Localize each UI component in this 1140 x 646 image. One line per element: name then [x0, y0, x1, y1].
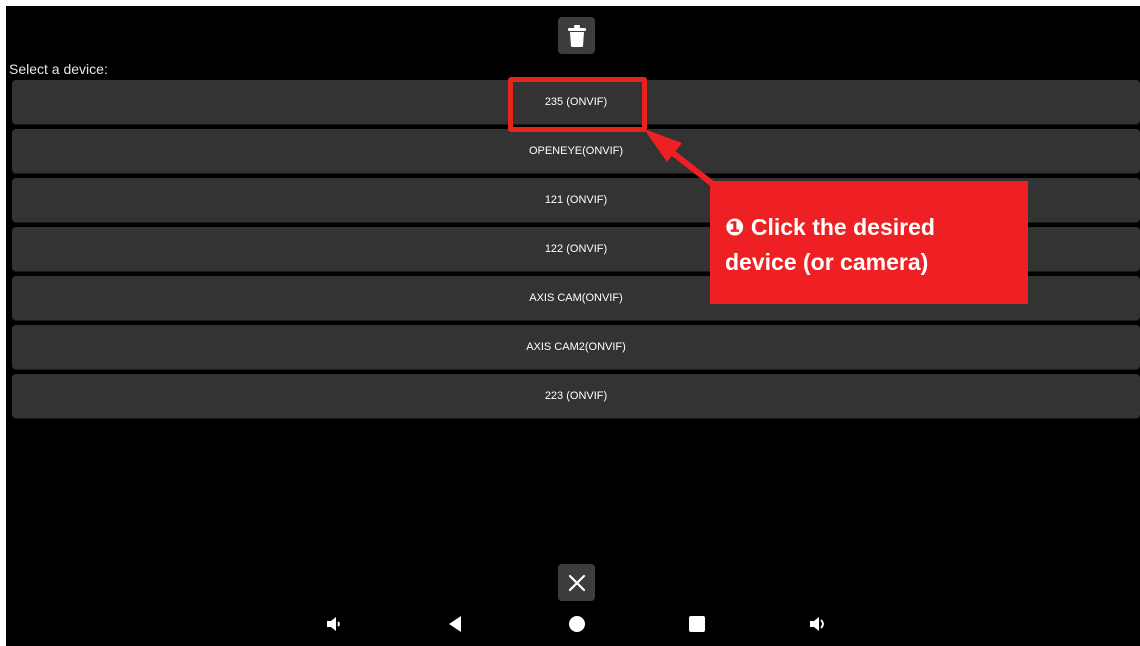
- volume-up-button[interactable]: [807, 612, 831, 636]
- select-device-label: Select a device:: [9, 61, 108, 77]
- volume-down-icon: [327, 617, 340, 631]
- volume-up-icon: [810, 617, 824, 631]
- device-item-223[interactable]: 223 (ONVIF): [12, 374, 1140, 418]
- close-button[interactable]: [558, 564, 595, 601]
- trash-icon: [567, 24, 586, 47]
- home-icon: [569, 616, 585, 632]
- trash-button[interactable]: [558, 17, 595, 54]
- callout-text: ❶ Click the desired device (or camera): [725, 214, 935, 275]
- recents-icon: [689, 616, 705, 632]
- highlight-box: [508, 77, 647, 132]
- home-button[interactable]: [565, 612, 589, 636]
- volume-down-button[interactable]: [322, 612, 346, 636]
- instruction-callout: ❶ Click the desired device (or camera): [710, 181, 1028, 304]
- close-icon: [568, 574, 585, 591]
- recents-button[interactable]: [685, 612, 709, 636]
- device-item-openeye[interactable]: OPENEYE(ONVIF): [12, 129, 1140, 173]
- back-button[interactable]: [443, 612, 467, 636]
- back-icon: [449, 616, 461, 632]
- device-selection-screen: Select a device: 235 (ONVIF) OPENEYE(ONV…: [6, 6, 1140, 646]
- device-item-axis-cam2[interactable]: AXIS CAM2(ONVIF): [12, 325, 1140, 369]
